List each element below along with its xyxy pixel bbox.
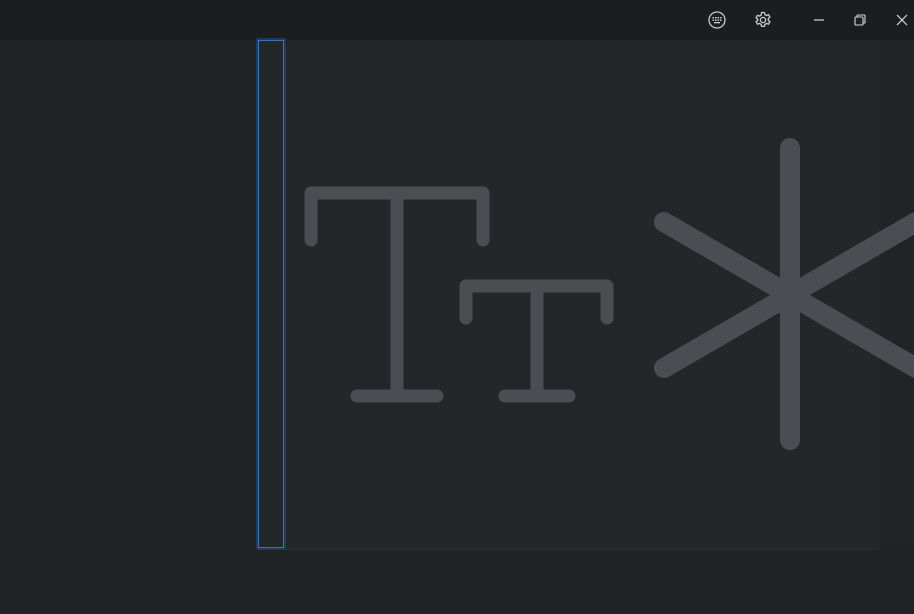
minimize-icon[interactable]: [807, 8, 831, 32]
asterisk-icon: [654, 138, 914, 450]
settings-icon[interactable]: [751, 8, 775, 32]
keyboard-icon[interactable]: [705, 8, 729, 32]
restore-icon[interactable]: [848, 8, 872, 32]
empty-state-illustration: [256, 40, 914, 549]
title-bar: [0, 0, 914, 40]
font-size-icon: [304, 186, 614, 403]
close-icon[interactable]: [890, 8, 914, 32]
text-caret-selection[interactable]: [256, 38, 286, 550]
